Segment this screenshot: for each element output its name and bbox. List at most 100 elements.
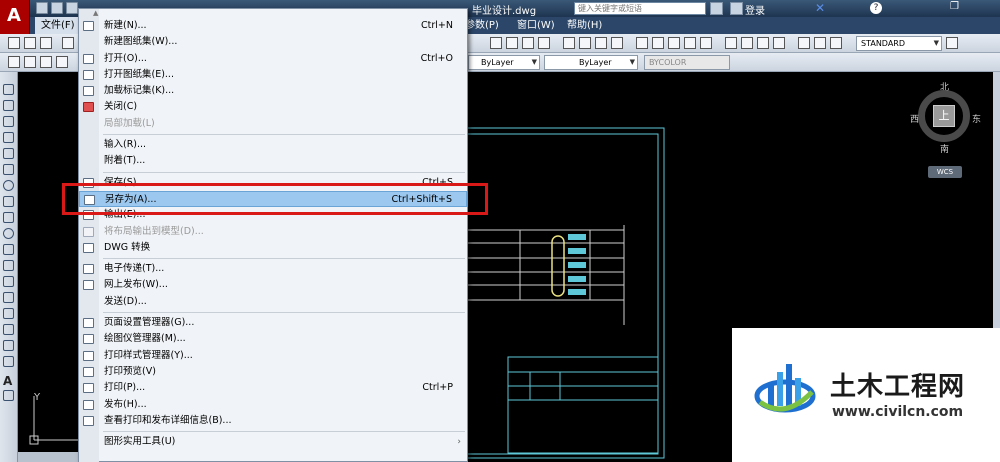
make-block-icon[interactable]: [3, 276, 14, 287]
menu-item-plot[interactable]: 打印(P)... Ctrl+P: [79, 380, 467, 396]
menu-item-publish-web[interactable]: 网上发布(W)...: [79, 277, 467, 293]
menu-window[interactable]: 窗口(W): [517, 17, 555, 34]
print-icon[interactable]: [62, 37, 74, 49]
help-icon[interactable]: ?: [870, 2, 882, 14]
viewcube-top-face[interactable]: 上: [933, 105, 955, 127]
dim-style-manager-icon[interactable]: [946, 37, 958, 49]
table-icon[interactable]: [3, 356, 14, 367]
dim-update-icon[interactable]: [830, 37, 842, 49]
mtext-icon[interactable]: A: [3, 374, 14, 388]
civilcn-logo: [754, 364, 816, 413]
revcloud-icon[interactable]: [3, 196, 14, 207]
open-icon[interactable]: [24, 37, 36, 49]
add-selected-icon[interactable]: [3, 390, 14, 401]
point-icon[interactable]: [3, 292, 14, 303]
dim-style-select[interactable]: STANDARD ▼: [856, 36, 942, 51]
menu-item-new[interactable]: 新建(N)... Ctrl+N: [79, 18, 467, 34]
quick-dim-icon[interactable]: [636, 37, 648, 49]
construction-line-icon[interactable]: [3, 100, 14, 111]
dim-diameter-icon[interactable]: [595, 37, 607, 49]
menu-item-close[interactable]: 关闭(C): [79, 99, 467, 115]
rectangle-icon[interactable]: [3, 148, 14, 159]
layout-tabs-bar[interactable]: [18, 452, 80, 462]
menu-item-send[interactable]: 发送(D)...: [79, 294, 467, 310]
dim-angular-icon[interactable]: [611, 37, 623, 49]
jogged-linear-icon[interactable]: [773, 37, 785, 49]
ellipse-arc-icon[interactable]: [3, 244, 14, 255]
lock-icon[interactable]: [56, 56, 68, 68]
autocad-logo[interactable]: [0, 0, 30, 34]
new-file-icon[interactable]: [36, 2, 48, 14]
new-icon[interactable]: [8, 37, 20, 49]
hatch-icon[interactable]: [3, 308, 14, 319]
viewcube-west[interactable]: 西: [910, 112, 919, 125]
menu-item-dwg-convert[interactable]: DWG 转换: [79, 240, 467, 256]
dim-arc-icon[interactable]: [522, 37, 534, 49]
tolerance-icon[interactable]: [725, 37, 737, 49]
window-restore-icon[interactable]: ❐: [950, 1, 959, 12]
sun-icon[interactable]: [40, 56, 52, 68]
menu-item-new-sheetset[interactable]: 新建图纸集(W)...: [79, 34, 467, 50]
save-icon[interactable]: [66, 2, 78, 14]
lineweight-select[interactable]: ByLayer ▼: [544, 55, 638, 70]
dim-space-icon[interactable]: [684, 37, 696, 49]
menu-item-label: DWG 转换: [104, 241, 151, 253]
viewcube-south[interactable]: 南: [940, 142, 949, 155]
arc-icon[interactable]: [3, 164, 14, 175]
dim-text-edit-icon[interactable]: [814, 37, 826, 49]
inspect-icon[interactable]: [757, 37, 769, 49]
menu-item-attach[interactable]: 附着(T)...: [79, 153, 467, 169]
open-file-icon[interactable]: [51, 2, 63, 14]
viewcube-east[interactable]: 东: [972, 112, 981, 125]
ellipse-icon[interactable]: [3, 228, 14, 239]
user-icon[interactable]: [730, 2, 743, 15]
menu-item-plot-preview[interactable]: 打印预览(V): [79, 364, 467, 380]
dim-radius-icon[interactable]: [563, 37, 575, 49]
dim-aligned-icon[interactable]: [506, 37, 518, 49]
binoculars-icon[interactable]: [710, 2, 723, 15]
polygon-icon[interactable]: [3, 132, 14, 143]
insert-block-icon[interactable]: [3, 260, 14, 271]
menu-item-etransmit[interactable]: 电子传递(T)...: [79, 261, 467, 277]
layer-icon[interactable]: [8, 56, 20, 68]
menu-item-load-markup[interactable]: 加载标记集(K)...: [79, 83, 467, 99]
dim-break-icon[interactable]: [700, 37, 712, 49]
menu-item-plot-details[interactable]: 查看打印和发布详细信息(B)...: [79, 413, 467, 429]
exchange-icon[interactable]: ✕: [815, 1, 825, 15]
dim-edit-icon[interactable]: [798, 37, 810, 49]
menu-item-publish[interactable]: 发布(H)...: [79, 397, 467, 413]
login-button[interactable]: 登录: [745, 2, 765, 17]
line-icon[interactable]: [3, 84, 14, 95]
linetype-select[interactable]: ByLayer ▼: [468, 55, 540, 70]
spline-icon[interactable]: [3, 212, 14, 223]
circle-icon[interactable]: [3, 180, 14, 191]
menu-item-import[interactable]: 输入(R)...: [79, 137, 467, 153]
dim-linear-icon[interactable]: [490, 37, 502, 49]
menu-item-label: 打印样式管理器(Y)...: [104, 349, 193, 361]
dim-continue-icon[interactable]: [668, 37, 680, 49]
bulb-icon[interactable]: [24, 56, 36, 68]
search-input[interactable]: 键入关键字或短语: [574, 2, 706, 15]
gradient-icon[interactable]: [3, 324, 14, 335]
menu-item-plotter-manager[interactable]: 绘图仪管理器(M)...: [79, 331, 467, 347]
polyline-icon[interactable]: [3, 116, 14, 127]
wcs-button[interactable]: WCS: [928, 166, 962, 178]
menu-item-drawing-utilities[interactable]: 图形实用工具(U) ›: [79, 434, 467, 450]
menu-scroll-up-icon[interactable]: ▲: [93, 9, 98, 17]
menu-item-open[interactable]: 打开(O)... Ctrl+O: [79, 51, 467, 67]
menu-file[interactable]: 文件(F): [35, 17, 81, 34]
dim-baseline-icon[interactable]: [652, 37, 664, 49]
save-icon[interactable]: [40, 37, 52, 49]
center-mark-icon[interactable]: [741, 37, 753, 49]
menu-item-page-setup[interactable]: 页面设置管理器(G)...: [79, 315, 467, 331]
menu-item-plotstyle-manager[interactable]: 打印样式管理器(Y)...: [79, 348, 467, 364]
menu-help[interactable]: 帮助(H): [567, 17, 602, 34]
dim-jogged-icon[interactable]: [579, 37, 591, 49]
viewcube[interactable]: 北 西 东 上 南 WCS: [906, 80, 986, 180]
menu-params[interactable]: 参数(P): [465, 17, 499, 34]
menu-item-open-sheetset[interactable]: 打开图纸集(E)...: [79, 67, 467, 83]
document-title: 毕业设计.dwg: [472, 6, 537, 17]
region-icon[interactable]: [3, 340, 14, 351]
plotstyle-select[interactable]: BYCOLOR: [644, 55, 730, 70]
dim-ordinate-icon[interactable]: [538, 37, 550, 49]
